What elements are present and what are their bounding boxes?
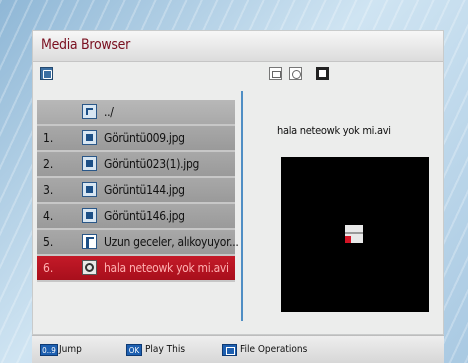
image-file-icon: [82, 130, 97, 145]
list-item[interactable]: 5. Uzun geceler, alıkoyuyor...: [37, 230, 239, 256]
image-file-icon: [82, 156, 97, 171]
repeat-icon[interactable]: [289, 67, 302, 80]
ok-key-icon: OK: [126, 344, 142, 356]
item-name: Görüntü146.jpg: [104, 209, 185, 223]
file-operations-key-icon: [222, 344, 237, 356]
item-name: Görüntü144.jpg: [104, 183, 185, 197]
header-bar: Media Browser: [33, 31, 443, 62]
video-thumbnail-icon: [345, 225, 363, 243]
image-file-icon: [82, 182, 97, 197]
jump-label: Jump: [59, 344, 82, 355]
preview-window: [281, 157, 429, 312]
audio-file-icon: [82, 234, 97, 249]
item-name: hala neteowk yok mi.avi: [104, 261, 229, 275]
list-item[interactable]: ../: [37, 100, 235, 126]
item-name: Uzun geceler, alıkoyuyor...: [104, 235, 239, 249]
item-number: 1.: [43, 131, 54, 145]
numeric-key-icon: 0..9: [40, 344, 58, 356]
window-title: Media Browser: [41, 37, 130, 53]
play-this-label: Play This: [145, 344, 185, 355]
item-number: 5.: [43, 235, 54, 249]
list-item[interactable]: 2. Görüntü023(1).jpg: [37, 152, 235, 178]
item-name: ../: [104, 105, 114, 119]
share-icon[interactable]: [40, 67, 53, 80]
item-number: 3.: [43, 183, 54, 197]
preview-filename: hala neteowk yok mi.avi: [277, 124, 391, 137]
item-name: Görüntü023(1).jpg: [104, 157, 200, 171]
tv-screen: Media Browser ../ 1. Görüntü009.jpg 2. G…: [0, 0, 468, 363]
item-number: 2.: [43, 157, 54, 171]
list-item[interactable]: 1. Görüntü009.jpg: [37, 126, 235, 152]
file-list: ../ 1. Görüntü009.jpg 2. Görüntü023(1).j…: [37, 100, 239, 282]
list-item-selected[interactable]: 6. hala neteowk yok mi.avi: [37, 256, 235, 282]
photo-view-icon[interactable]: [269, 67, 282, 80]
item-number: 4.: [43, 209, 54, 223]
list-item[interactable]: 4. Görüntü146.jpg: [37, 204, 235, 230]
item-number: 6.: [43, 261, 54, 275]
image-file-icon: [82, 208, 97, 223]
fullscreen-icon[interactable]: [316, 67, 329, 80]
panel-divider: [241, 91, 243, 321]
item-name: Görüntü009.jpg: [104, 131, 185, 145]
toolbar: [33, 61, 443, 83]
media-browser-window: Media Browser ../ 1. Görüntü009.jpg 2. G…: [32, 30, 444, 335]
file-operations-label: File Operations: [240, 344, 308, 355]
video-file-icon: [82, 260, 97, 275]
footer-help-bar: 0..9 Jump OK Play This File Operations: [32, 335, 444, 363]
folder-up-icon: [82, 104, 97, 119]
list-item[interactable]: 3. Görüntü144.jpg: [37, 178, 235, 204]
